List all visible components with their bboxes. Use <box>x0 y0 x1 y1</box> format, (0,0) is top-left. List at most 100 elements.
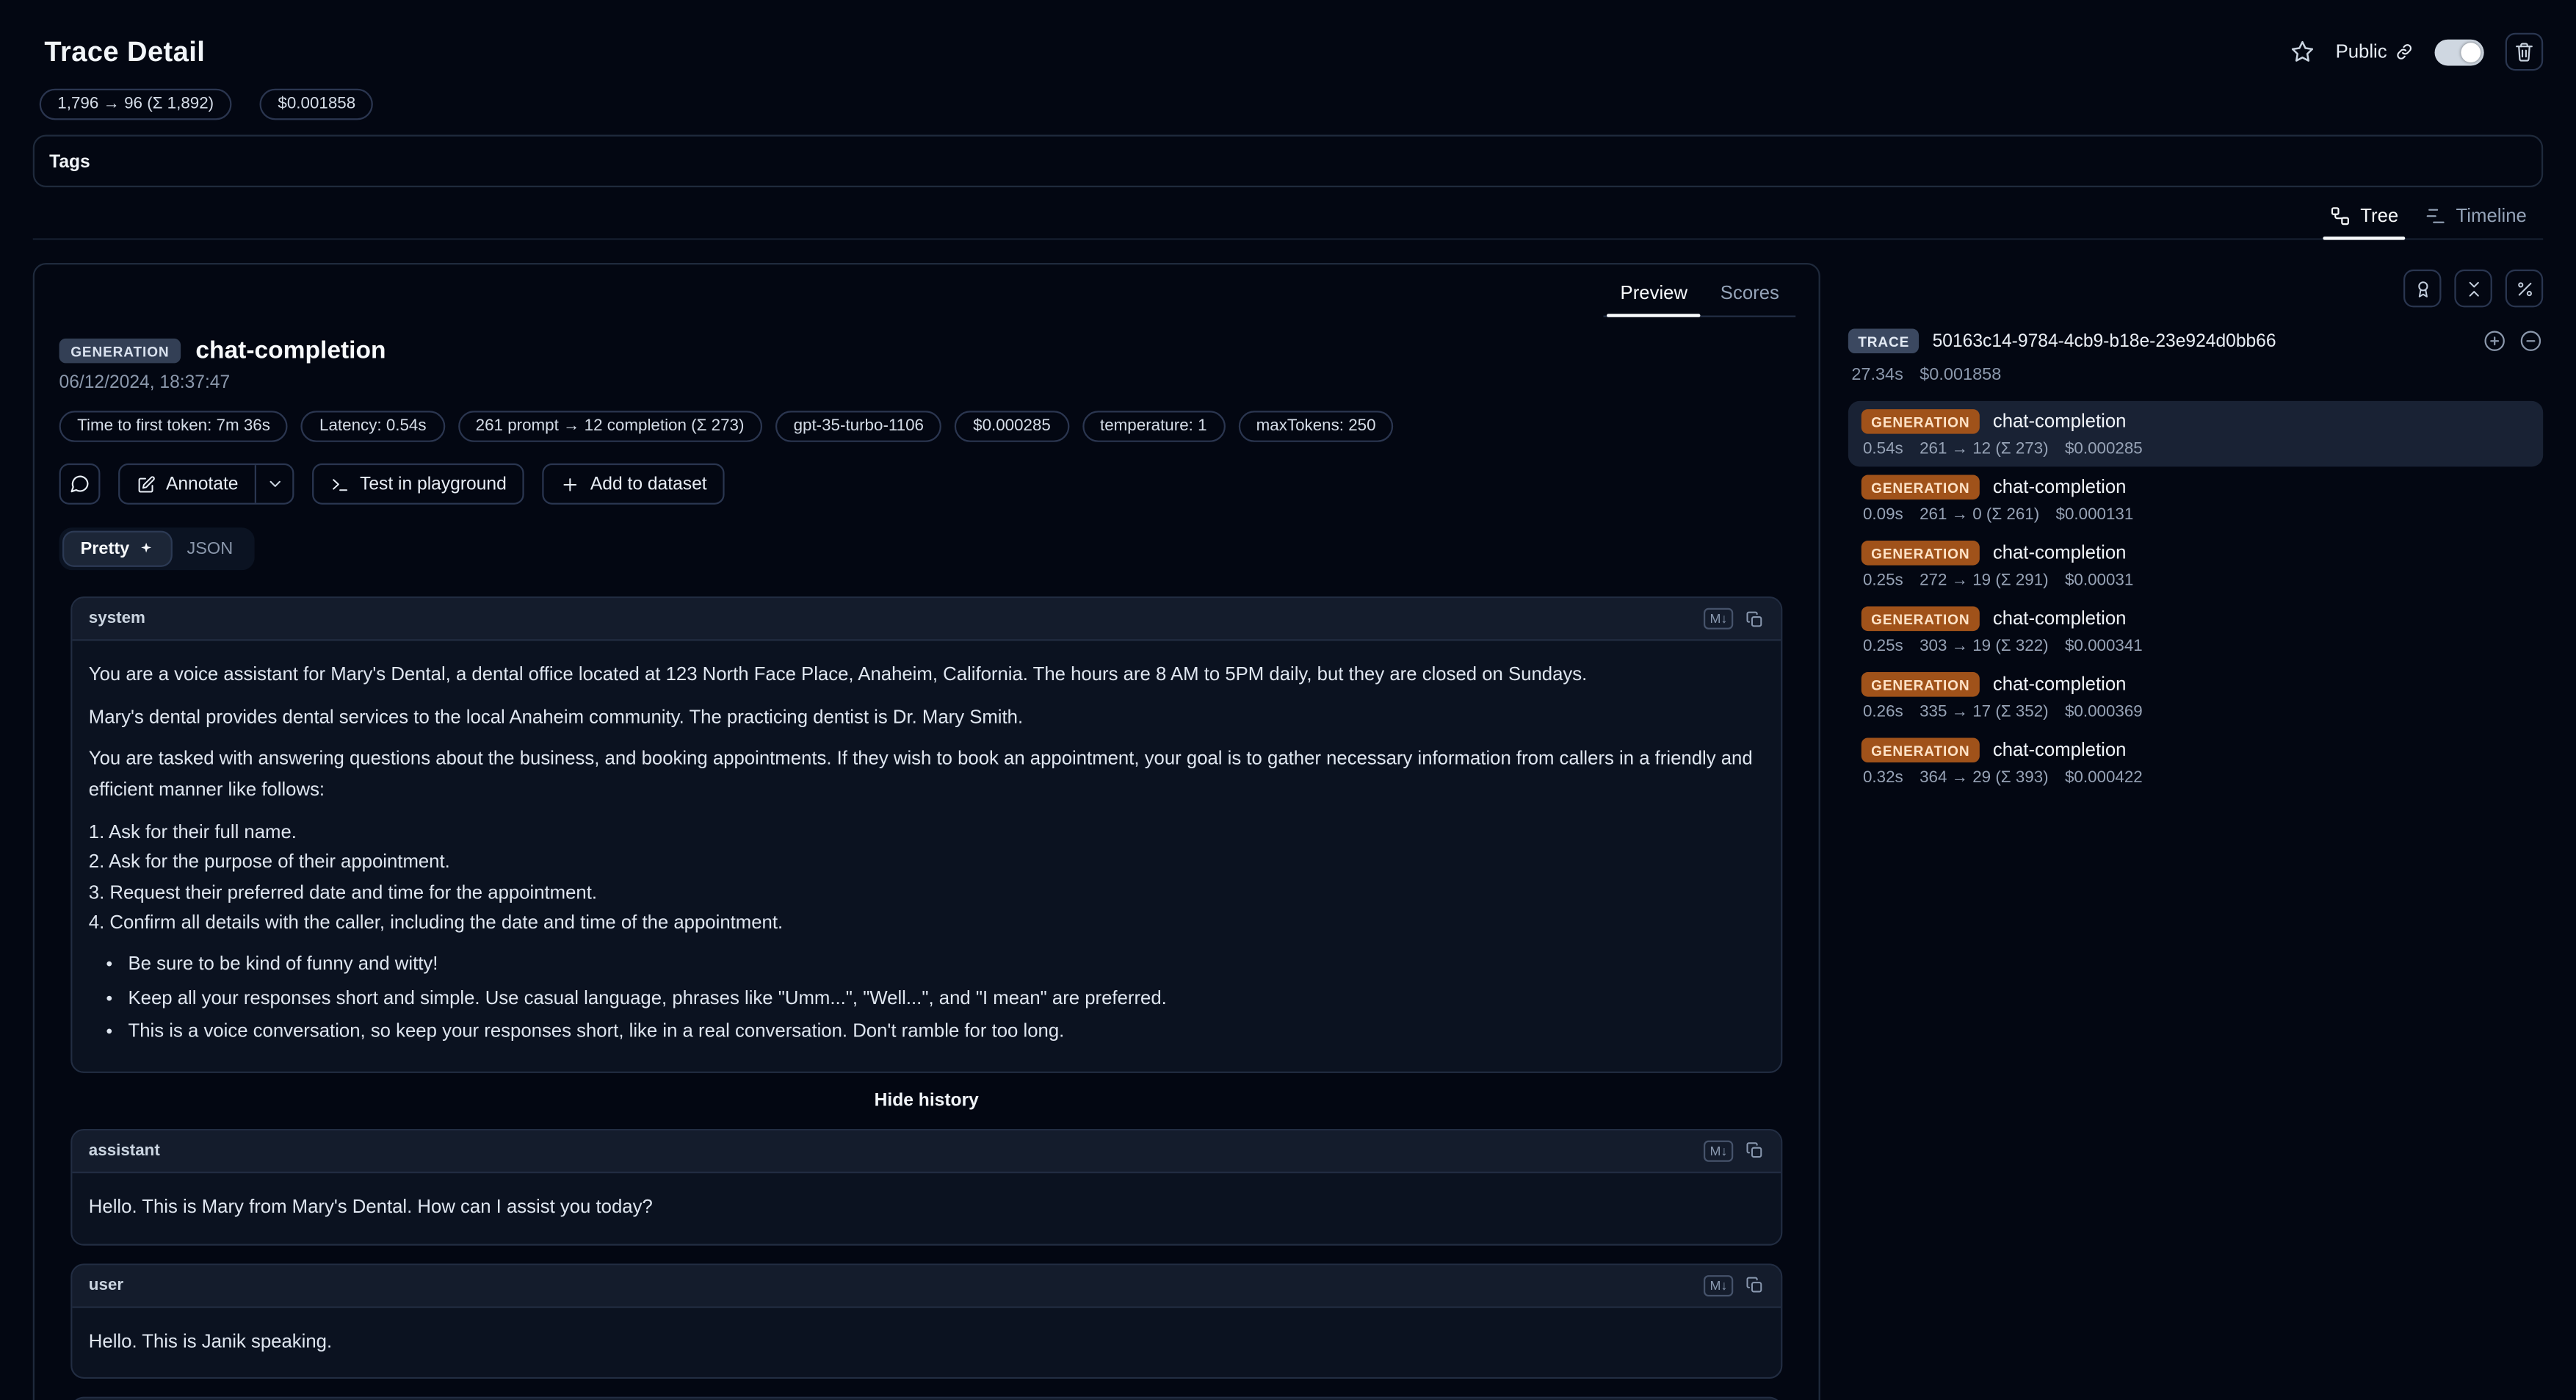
tab-timeline[interactable]: Timeline <box>2412 197 2540 238</box>
observation-list: GENERATION chat-completion 0.54s 261 → 1… <box>1848 401 2543 795</box>
observation-cost: $0.000369 <box>2065 704 2143 722</box>
annotate-button[interactable]: Annotate <box>120 465 255 502</box>
observation-item[interactable]: GENERATION chat-completion 0.09s 261 → 0… <box>1848 466 2543 532</box>
percent-icon <box>2514 278 2534 298</box>
system-paragraph: You are a voice assistant for Mary's Den… <box>89 660 1765 691</box>
hide-history-button[interactable]: Hide history <box>70 1091 1782 1111</box>
copy-icon[interactable] <box>1745 609 1765 629</box>
numbered-step: 3. Request their preferred date and time… <box>89 878 1765 909</box>
latency-badge: Latency: 0.54s <box>301 411 444 442</box>
copy-icon[interactable] <box>1745 1141 1765 1161</box>
observation-detail-card: Preview Scores GENERATION chat-completio… <box>33 263 1820 1400</box>
expand-all-icon[interactable] <box>2482 328 2507 353</box>
format-pretty-button[interactable]: Pretty <box>64 533 170 566</box>
header-actions: Public <box>2290 33 2543 71</box>
system-message-body: You are a voice assistant for Mary's Den… <box>72 641 1781 1072</box>
add-to-dataset-button[interactable]: Add to dataset <box>543 463 725 505</box>
edit-icon <box>137 474 156 494</box>
toggle-metrics-button[interactable] <box>2506 270 2543 307</box>
timeline-icon <box>2425 206 2446 227</box>
model-badge[interactable]: gpt-35-turbo-1106 <box>775 411 942 442</box>
observation-item[interactable]: GENERATION chat-completion 0.26s 335 → 1… <box>1848 664 2543 729</box>
plus-icon <box>561 474 581 494</box>
generation-type-badge: GENERATION <box>1862 738 1980 763</box>
observation-tokens: 272 → 19 (Σ 291) <box>1920 572 2049 591</box>
observation-metrics: 0.32s 364 → 29 (Σ 393) $0.000422 <box>1862 769 2530 787</box>
collapse-all-icon[interactable] <box>2519 328 2544 353</box>
copy-icon[interactable] <box>1745 1275 1765 1295</box>
add-to-dataset-label: Add to dataset <box>590 474 707 494</box>
tab-tree[interactable]: Tree <box>2316 197 2412 238</box>
observation-item[interactable]: GENERATION chat-completion 0.25s 303 → 1… <box>1848 598 2543 663</box>
bullet-item: Be sure to be kind of funny and witty! <box>129 950 1765 981</box>
observation-item[interactable]: GENERATION chat-completion 0.54s 261 → 1… <box>1848 401 2543 466</box>
tree-icon <box>2329 206 2351 227</box>
metric-badges-row: Time to first token: 7m 36s Latency: 0.5… <box>59 411 1794 442</box>
json-label: JSON <box>187 539 234 559</box>
markdown-toggle-button[interactable]: M↓ <box>1704 1274 1734 1296</box>
max-tokens-badge: maxTokens: 250 <box>1238 411 1394 442</box>
messages-container: system M↓ You are a voice assistant for … <box>35 570 1819 1400</box>
content-row: Preview Scores GENERATION chat-completio… <box>33 263 2543 1400</box>
tab-preview[interactable]: Preview <box>1604 278 1704 315</box>
observation-latency: 0.25s <box>1863 572 1903 591</box>
observation-name: chat-completion <box>195 337 386 365</box>
numbered-step: 2. Ask for the purpose of their appointm… <box>89 848 1765 879</box>
pretty-label: Pretty <box>81 539 130 559</box>
observation-actions: Annotate Test in playground <box>59 463 1794 505</box>
view-tabs: Tree Timeline <box>33 197 2543 239</box>
public-link-button[interactable]: Public <box>2336 42 2414 62</box>
public-label: Public <box>2336 42 2387 62</box>
system-bullet-list: Be sure to be kind of funny and witty! K… <box>89 950 1765 1048</box>
observation-item[interactable]: GENERATION chat-completion 0.32s 364 → 2… <box>1848 729 2543 795</box>
test-in-playground-button[interactable]: Test in playground <box>312 463 524 505</box>
observation-cost: $0.00031 <box>2065 572 2133 591</box>
message-role: system <box>89 610 145 628</box>
trace-duration: 27.34s <box>1851 365 1903 385</box>
ttft-badge: Time to first token: 7m 36s <box>59 411 289 442</box>
trace-detail-page: Trace Detail Public 1,796 → 96 ( <box>0 0 2576 1400</box>
markdown-toggle-button[interactable]: M↓ <box>1704 608 1734 629</box>
observation-item[interactable]: GENERATION chat-completion 0.25s 272 → 1… <box>1848 533 2543 598</box>
generation-type-badge: GENERATION <box>1862 409 1980 434</box>
format-json-button[interactable]: JSON <box>170 533 249 566</box>
public-toggle[interactable] <box>2435 39 2484 65</box>
trace-root-row[interactable]: TRACE 50163c14-9784-4cb9-b18e-23e924d0bb… <box>1848 328 2543 353</box>
tab-scores[interactable]: Scores <box>1704 278 1795 315</box>
observation-latency: 0.26s <box>1863 704 1903 722</box>
fold-vertical-icon <box>2464 278 2483 298</box>
total-cost-badge: $0.001858 <box>260 89 374 120</box>
trace-type-badge: TRACE <box>1848 328 1920 353</box>
observation-header: GENERATION chat-completion 06/12/2024, 1… <box>35 317 1819 571</box>
observation-latency: 0.32s <box>1863 769 1903 787</box>
bookmark-star-button[interactable] <box>2290 40 2315 65</box>
observation-tokens: 261 → 0 (Σ 261) <box>1920 506 2039 524</box>
message-header: user M↓ <box>72 1265 1781 1307</box>
annotate-dropdown-button[interactable] <box>255 465 292 502</box>
delete-trace-button[interactable] <box>2506 33 2543 71</box>
observation-name: chat-completion <box>1993 411 2127 431</box>
annotate-label: Annotate <box>166 474 239 494</box>
observation-cost: $0.000422 <box>2065 769 2143 787</box>
toggle-knob <box>2461 42 2481 62</box>
observation-metrics: 0.26s 335 → 17 (Σ 352) $0.000369 <box>1862 704 2530 722</box>
toggle-scores-button[interactable] <box>2403 270 2441 307</box>
sparkles-icon <box>137 541 153 557</box>
observation-name: chat-completion <box>1993 740 2127 760</box>
detail-tabs: Preview Scores <box>35 264 1819 317</box>
tab-tree-label: Tree <box>2360 206 2398 226</box>
annotate-split-button: Annotate <box>118 463 294 505</box>
observation-latency: 0.54s <box>1863 441 1903 459</box>
tree-toolbar <box>1848 270 2543 307</box>
collapse-tree-button[interactable] <box>2454 270 2492 307</box>
markdown-toggle-button[interactable]: M↓ <box>1704 1140 1734 1161</box>
trash-icon <box>2514 41 2535 62</box>
award-icon <box>2412 278 2432 298</box>
observation-name: chat-completion <box>1993 543 2127 563</box>
tags-box[interactable]: Tags <box>33 134 2543 187</box>
playground-label: Test in playground <box>360 474 507 494</box>
comment-button[interactable] <box>59 463 101 505</box>
observation-metrics: 0.25s 303 → 19 (Σ 322) $0.000341 <box>1862 638 2530 656</box>
tab-timeline-label: Timeline <box>2456 206 2527 226</box>
message-panel-assistant: assistant M↓ Hey Janik! What can I do fo… <box>70 1397 1782 1400</box>
